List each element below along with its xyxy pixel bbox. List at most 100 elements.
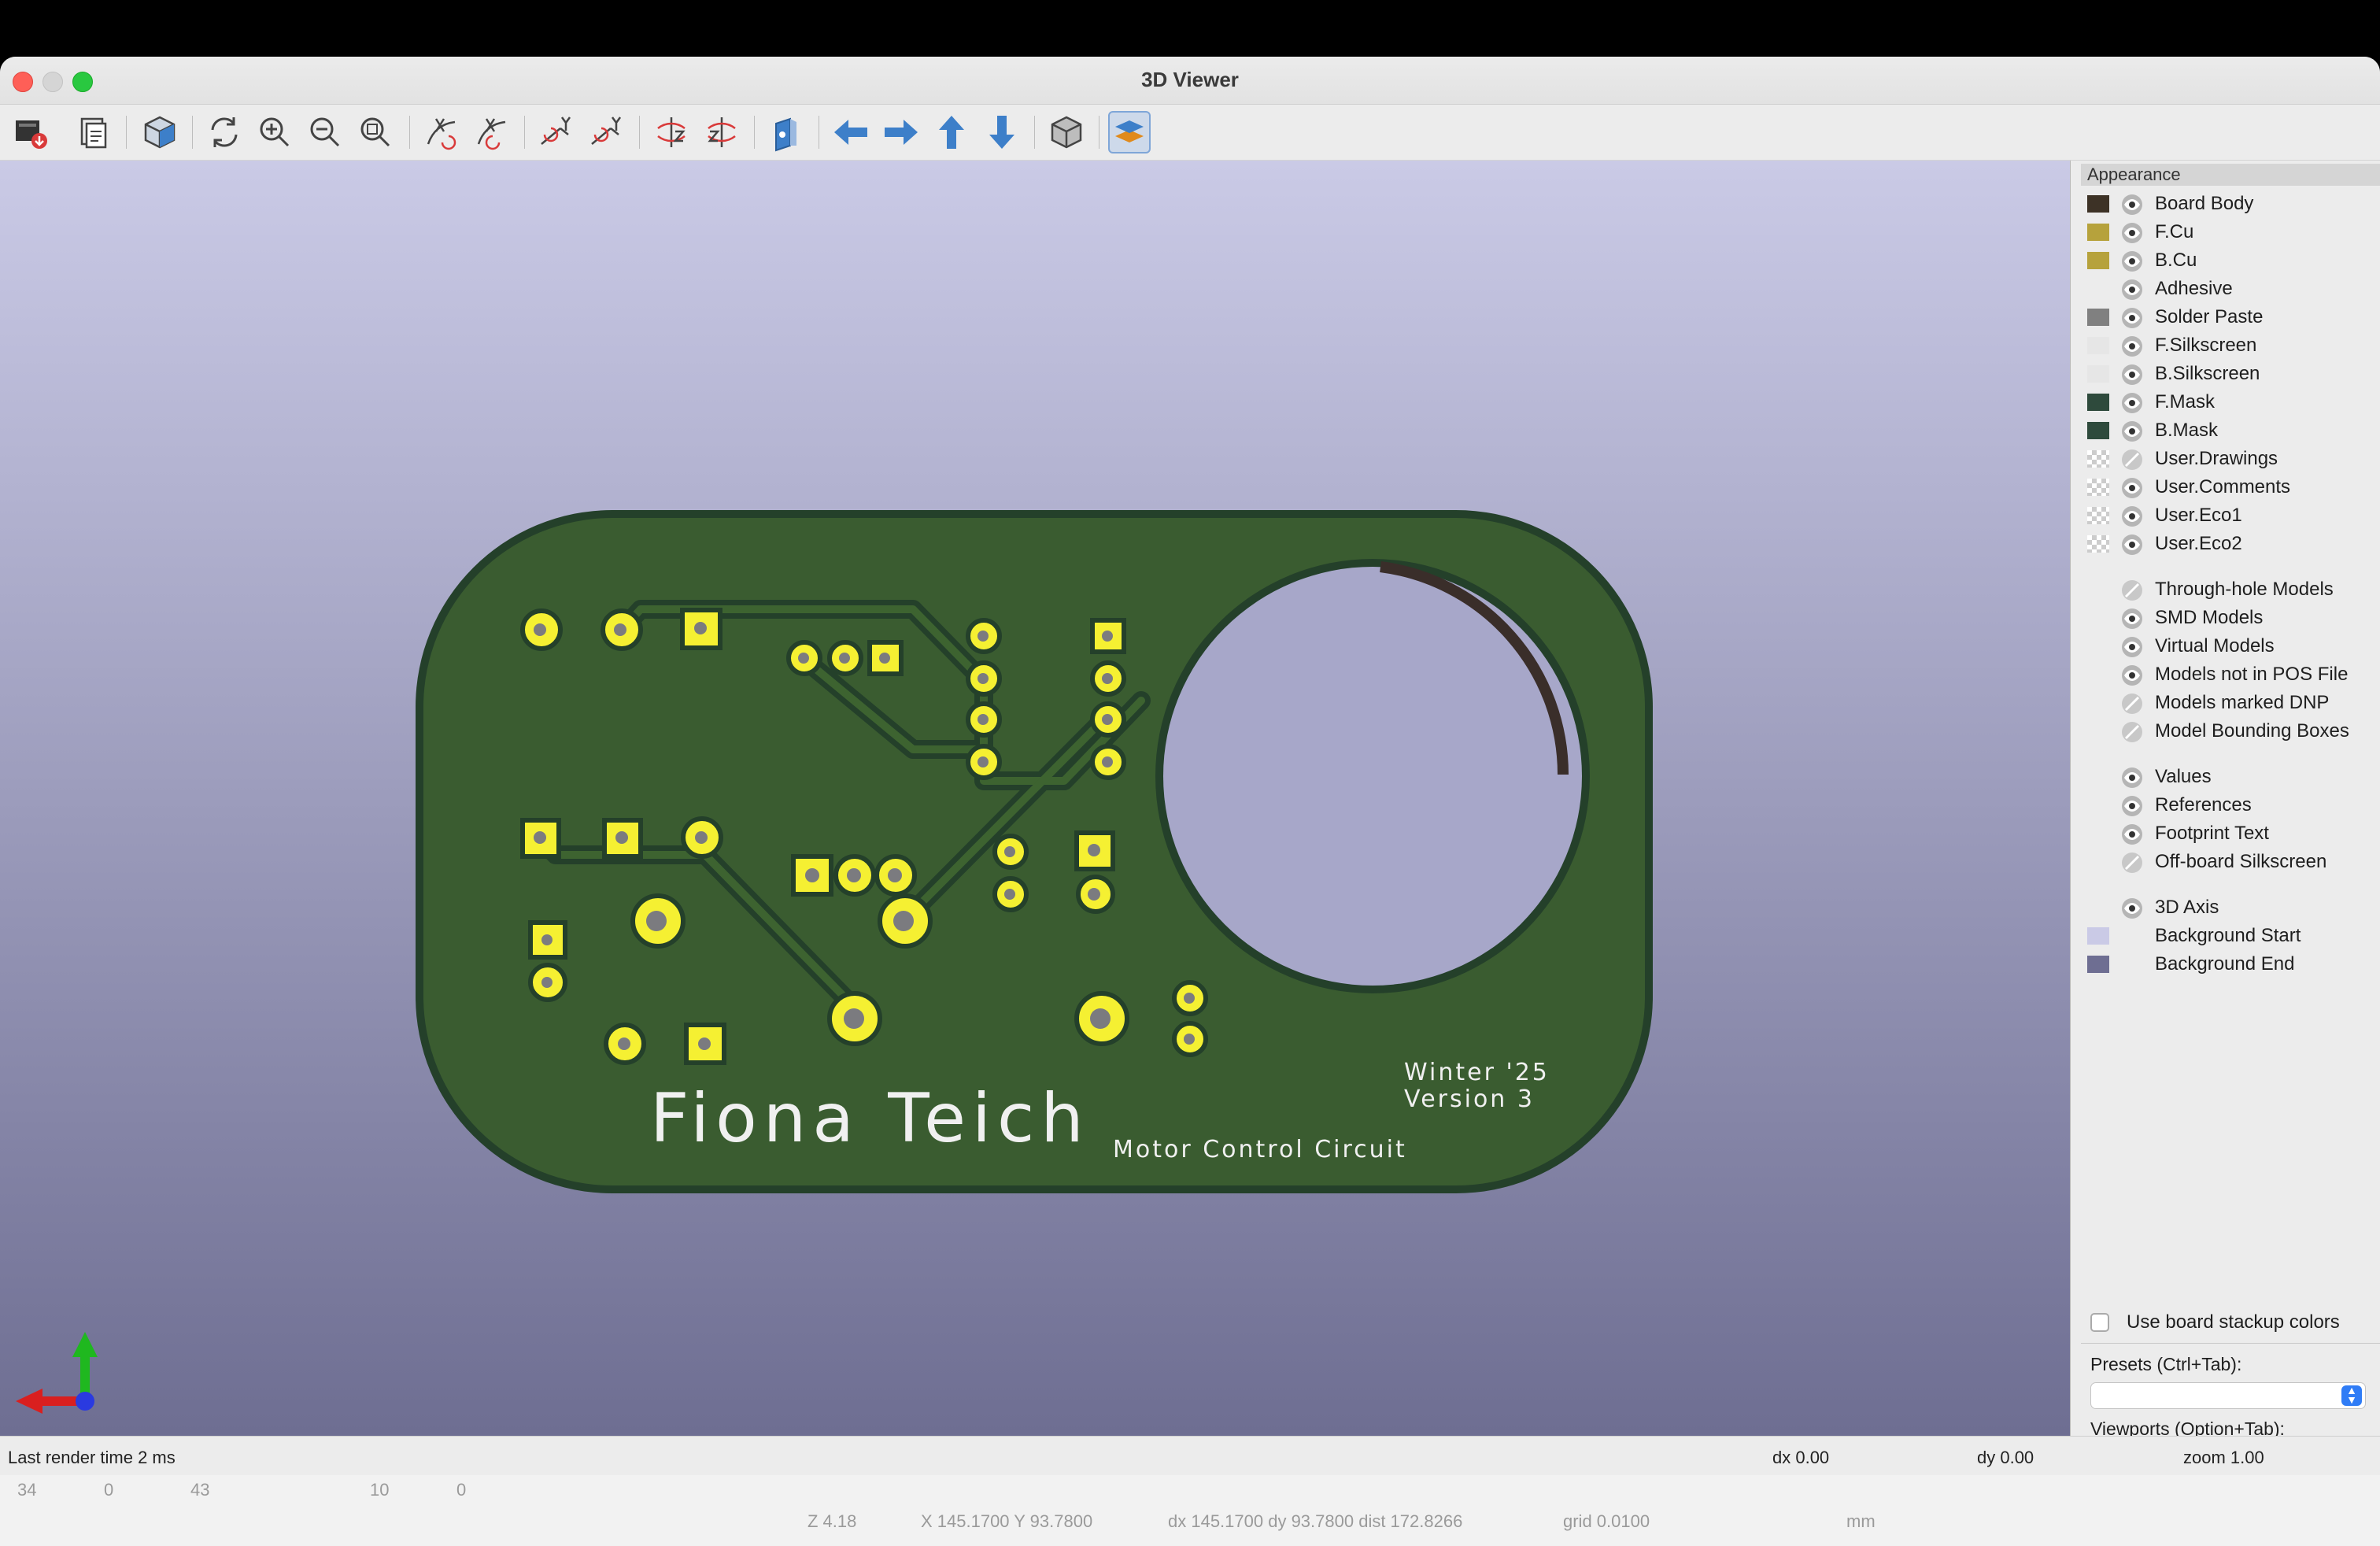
visibility-hidden-icon[interactable] (2120, 692, 2144, 716)
layer-row-user-eco1[interactable]: User.Eco1 (2073, 502, 2380, 531)
color-swatch[interactable] (2087, 479, 2109, 496)
rotate-z-ccw-icon (708, 117, 736, 147)
color-swatch[interactable] (2087, 422, 2109, 439)
visibility-eye-icon[interactable] (2120, 766, 2144, 790)
visibility-hidden-icon[interactable] (2120, 720, 2144, 744)
layer-row-references[interactable]: References (2073, 792, 2380, 820)
rotate-z-ccw-button[interactable] (700, 111, 743, 153)
visibility-eye-icon[interactable] (2120, 420, 2144, 443)
layer-row-model-bounding-boxes[interactable]: Model Bounding Boxes (2073, 718, 2380, 746)
flip-board-button[interactable] (765, 111, 808, 153)
layer-row-3d-axis[interactable]: 3D Axis (2073, 894, 2380, 923)
flip-board-icon (775, 117, 796, 152)
visibility-eye-icon[interactable] (2120, 221, 2144, 245)
bg-value: 43 (190, 1480, 210, 1500)
layer-row-user-drawings[interactable]: User.Drawings (2073, 446, 2380, 474)
visibility-eye-icon[interactable] (2120, 306, 2144, 330)
layer-row-solder-paste[interactable]: Solder Paste (2073, 304, 2380, 332)
rotate-x-ccw-button[interactable] (471, 111, 513, 153)
layer-row-f-mask[interactable]: F.Mask (2073, 389, 2380, 417)
layer-row-values[interactable]: Values (2073, 764, 2380, 792)
copy-clipboard-button[interactable] (72, 111, 115, 153)
color-swatch[interactable] (2087, 252, 2109, 269)
layer-label: User.Eco1 (2155, 505, 2242, 526)
layer-row-models-not-in-pos-file[interactable]: Models not in POS File (2073, 661, 2380, 690)
visibility-eye-icon[interactable] (2120, 278, 2144, 301)
color-swatch[interactable] (2087, 394, 2109, 411)
color-swatch[interactable] (2087, 195, 2109, 213)
visibility-eye-icon[interactable] (2120, 391, 2144, 415)
visibility-eye-icon[interactable] (2120, 897, 2144, 920)
layer-row-adhesive[interactable]: Adhesive (2073, 276, 2380, 304)
visibility-hidden-icon[interactable] (2120, 579, 2144, 602)
layer-row-b-cu[interactable]: B.Cu (2073, 247, 2380, 276)
layer-row-f-silkscreen[interactable]: F.Silkscreen (2073, 332, 2380, 361)
visibility-hidden-icon[interactable] (2120, 851, 2144, 875)
color-swatch[interactable] (2087, 224, 2109, 241)
layers-manager-button[interactable] (1108, 111, 1151, 153)
color-swatch[interactable] (2087, 365, 2109, 383)
layer-label: B.Mask (2155, 420, 2219, 441)
visibility-eye-icon[interactable] (2120, 363, 2144, 386)
export-image-button[interactable] (9, 111, 52, 153)
layer-row-b-mask[interactable]: B.Mask (2073, 417, 2380, 446)
toolbar (0, 105, 2380, 161)
visibility-hidden-icon[interactable] (2120, 448, 2144, 472)
layer-row-smd-models[interactable]: SMD Models (2073, 605, 2380, 633)
color-swatch[interactable] (2087, 309, 2109, 326)
layer-row-board-body[interactable]: Board Body (2073, 190, 2380, 219)
orthographic-button[interactable] (1045, 111, 1088, 153)
color-swatch[interactable] (2087, 337, 2109, 354)
visibility-eye-icon[interactable] (2120, 476, 2144, 500)
layer-row-off-board-silkscreen[interactable]: Off-board Silkscreen (2073, 849, 2380, 877)
rotate-y-cw-button[interactable] (535, 111, 578, 153)
rotate-x-cw-button[interactable] (420, 111, 463, 153)
layer-row-b-silkscreen[interactable]: B.Silkscreen (2073, 361, 2380, 389)
layer-row-user-eco2[interactable]: User.Eco2 (2073, 531, 2380, 559)
layer-row-models-marked-dnp[interactable]: Models marked DNP (2073, 690, 2380, 718)
color-swatch[interactable] (2087, 450, 2109, 468)
layer-row-background-start[interactable]: Background Start (2073, 923, 2380, 951)
color-swatch[interactable] (2087, 927, 2109, 945)
layer-row-background-end[interactable]: Background End (2073, 951, 2380, 979)
use-stackup-colors-checkbox[interactable] (2090, 1313, 2109, 1332)
color-swatch[interactable] (2087, 956, 2109, 973)
presets-select[interactable]: ▲ ▼ (2090, 1382, 2366, 1409)
view-3d-button[interactable] (139, 111, 181, 153)
reload-button[interactable] (203, 111, 246, 153)
rotate-z-cw-button[interactable] (650, 111, 693, 153)
visibility-eye-icon[interactable] (2120, 635, 2144, 659)
zoom-in-button[interactable] (253, 111, 296, 153)
visibility-eye-icon[interactable] (2120, 193, 2144, 216)
visibility-eye-icon[interactable] (2120, 607, 2144, 631)
visibility-eye-icon[interactable] (2120, 335, 2144, 358)
visibility-eye-icon[interactable] (2120, 505, 2144, 528)
move-right-icon (885, 120, 918, 145)
move-left-button[interactable] (830, 111, 872, 153)
visibility-eye-icon[interactable] (2120, 250, 2144, 273)
visibility-eye-icon[interactable] (2120, 794, 2144, 818)
zoom-out-icon (310, 117, 340, 147)
layer-row-f-cu[interactable]: F.Cu (2073, 219, 2380, 247)
layer-row-through-hole-models[interactable]: Through-hole Models (2073, 576, 2380, 605)
visibility-eye-icon[interactable] (2120, 823, 2144, 846)
color-swatch[interactable] (2087, 535, 2109, 553)
zoom-fit-button[interactable] (354, 111, 397, 153)
move-down-button[interactable] (981, 111, 1023, 153)
owner-name-silkscreen: Fiona Teich (650, 1079, 1090, 1158)
visibility-eye-icon[interactable] (2120, 533, 2144, 557)
layer-row-user-comments[interactable]: User.Comments (2073, 474, 2380, 502)
visibility-eye-icon[interactable] (2120, 664, 2144, 687)
zoom-out-button[interactable] (304, 111, 346, 153)
layer-row-virtual-models[interactable]: Virtual Models (2073, 633, 2380, 661)
move-up-button[interactable] (930, 111, 973, 153)
color-swatch[interactable] (2087, 507, 2109, 524)
layer-label: Through-hole Models (2155, 579, 2334, 600)
layer-row-footprint-text[interactable]: Footprint Text (2073, 820, 2380, 849)
rotate-y-ccw-button[interactable] (586, 111, 628, 153)
xy-readout: X 145.1700 Y 93.7800 (921, 1511, 1093, 1531)
3d-axis-icon (16, 1332, 98, 1414)
layer-label: Solder Paste (2155, 306, 2264, 327)
3d-viewport[interactable]: Fiona Teich Motor Control Circuit Winter… (0, 161, 2071, 1436)
move-right-button[interactable] (880, 111, 922, 153)
